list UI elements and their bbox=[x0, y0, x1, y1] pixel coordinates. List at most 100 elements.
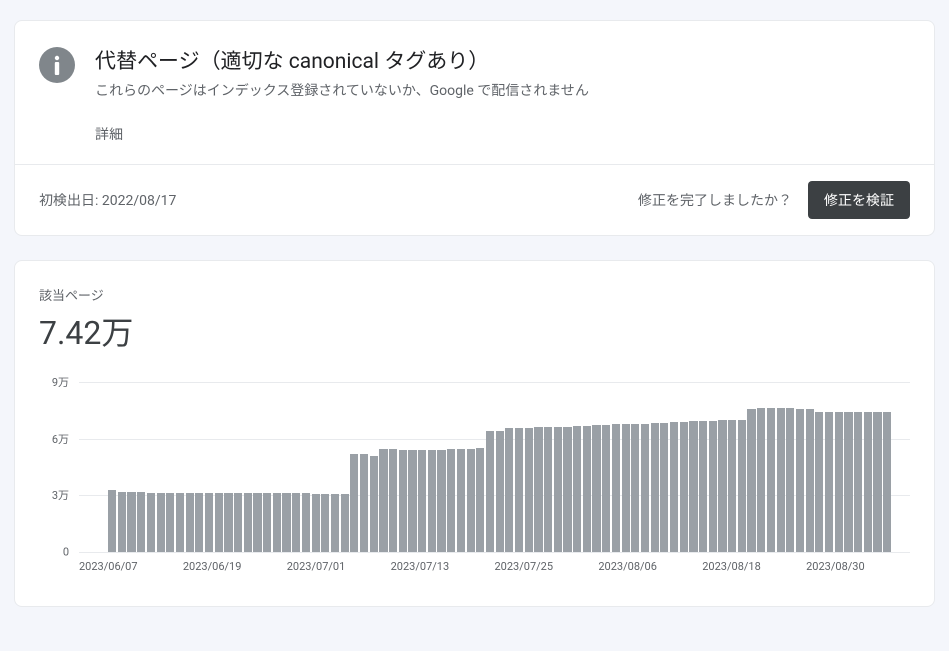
chart-plot bbox=[79, 382, 910, 552]
x-tick: 2023/06/19 bbox=[183, 560, 287, 573]
chart-bar bbox=[224, 493, 232, 552]
chart-bar bbox=[786, 408, 794, 552]
status-header: 代替ページ（適切な canonical タグあり） これらのページはインデックス… bbox=[15, 21, 934, 164]
chart-bar bbox=[873, 412, 881, 552]
chart-bar bbox=[147, 493, 155, 553]
info-icon bbox=[39, 47, 75, 83]
chart-bar bbox=[631, 424, 639, 552]
chart-bar bbox=[680, 422, 688, 552]
chart-bar bbox=[176, 493, 184, 553]
chart-bar bbox=[709, 421, 717, 552]
y-tick: 6万 bbox=[52, 431, 69, 447]
chart-x-axis: 2023/06/072023/06/192023/07/012023/07/13… bbox=[79, 560, 910, 573]
y-tick: 9万 bbox=[52, 374, 69, 390]
chart-bar bbox=[263, 493, 271, 552]
validate-fix-button[interactable]: 修正を検証 bbox=[808, 181, 910, 219]
chart-bar bbox=[253, 493, 261, 552]
chart-bar bbox=[534, 427, 542, 552]
first-detected-date: 2022/08/17 bbox=[102, 193, 177, 209]
chart-bar bbox=[612, 424, 620, 552]
chart-bar bbox=[573, 426, 581, 552]
chart-bar bbox=[215, 493, 223, 553]
chart-bar bbox=[583, 426, 591, 552]
chart-bar bbox=[641, 424, 649, 552]
x-tick: 2023/08/06 bbox=[598, 560, 702, 573]
chart-bar bbox=[447, 449, 455, 552]
chart-bar bbox=[544, 427, 552, 552]
chart-bar bbox=[554, 427, 562, 552]
chart-bar bbox=[815, 412, 823, 552]
chart-bar bbox=[108, 490, 116, 552]
chart-value: 7.42万 bbox=[39, 308, 910, 354]
chart-bar bbox=[350, 454, 358, 552]
chart-bar bbox=[622, 424, 630, 552]
fix-prompt: 修正を完了しましたか？ bbox=[638, 190, 792, 210]
status-card: 代替ページ（適切な canonical タグあり） これらのページはインデックス… bbox=[14, 20, 935, 236]
chart-bar bbox=[476, 448, 484, 552]
chart-bar bbox=[747, 409, 755, 552]
chart-bar bbox=[273, 493, 281, 552]
x-tick: 2023/07/25 bbox=[495, 560, 599, 573]
chart-bar bbox=[370, 456, 378, 552]
chart-bar bbox=[137, 492, 145, 552]
x-tick: 2023/06/07 bbox=[79, 560, 183, 573]
chart-bar bbox=[525, 428, 533, 552]
page-subtitle: これらのページはインデックス登録されていないか、Google で配信されません bbox=[95, 81, 910, 102]
chart-bar bbox=[496, 431, 504, 552]
chart-bar bbox=[515, 428, 523, 552]
chart-bar bbox=[428, 450, 436, 552]
chart-bar bbox=[418, 450, 426, 552]
first-detected-label: 初検出日: bbox=[39, 193, 102, 209]
chart-bar bbox=[699, 421, 707, 552]
header-text-block: 代替ページ（適切な canonical タグあり） これらのページはインデックス… bbox=[95, 45, 910, 144]
chart-bar bbox=[195, 493, 203, 553]
chart-bar bbox=[312, 494, 320, 552]
chart-bar bbox=[835, 412, 843, 552]
chart-area: 03万6万9万 2023/06/072023/06/192023/07/0120… bbox=[39, 382, 910, 582]
gridline bbox=[79, 552, 910, 553]
x-tick: 2023/07/13 bbox=[391, 560, 495, 573]
chart-bar bbox=[467, 449, 475, 552]
chart-bar bbox=[282, 493, 290, 552]
chart-label: 該当ページ bbox=[39, 285, 910, 304]
chart-bar bbox=[651, 423, 659, 552]
chart-bar bbox=[360, 454, 368, 552]
chart-bar bbox=[670, 422, 678, 552]
status-footer-row: 初検出日: 2022/08/17 修正を完了しましたか？ 修正を検証 bbox=[15, 164, 934, 235]
chart-bar bbox=[563, 427, 571, 552]
x-tick: 2023/07/01 bbox=[287, 560, 391, 573]
chart-bar bbox=[389, 449, 397, 552]
chart-bar bbox=[660, 423, 668, 552]
chart-bar bbox=[883, 412, 891, 552]
chart-bar bbox=[864, 412, 872, 552]
first-detected: 初検出日: 2022/08/17 bbox=[39, 190, 176, 210]
chart-bar bbox=[757, 408, 765, 552]
chart-bar bbox=[127, 492, 135, 552]
chart-bar bbox=[437, 450, 445, 552]
chart-bar bbox=[796, 409, 804, 552]
chart-bar bbox=[399, 450, 407, 552]
chart-bar bbox=[486, 431, 494, 552]
y-tick: 3万 bbox=[52, 487, 69, 503]
y-tick: 0 bbox=[63, 546, 69, 559]
chart-bar bbox=[825, 412, 833, 552]
chart-bar bbox=[457, 449, 465, 552]
chart-bar bbox=[728, 420, 736, 552]
chart-bar bbox=[738, 420, 746, 552]
chart-bar bbox=[689, 421, 697, 552]
chart-y-axis: 03万6万9万 bbox=[39, 382, 75, 552]
chart-bar bbox=[718, 420, 726, 552]
chart-bar bbox=[205, 493, 213, 553]
chart-bar bbox=[157, 493, 165, 553]
chart-bar bbox=[166, 493, 174, 553]
chart-bar bbox=[602, 425, 610, 552]
chart-card: 該当ページ 7.42万 0 3万 6万 9万 2023/06/072023/06/19… bbox=[14, 260, 935, 607]
chart-bar bbox=[777, 408, 785, 552]
chart-bar bbox=[505, 428, 513, 552]
chart-bar bbox=[331, 494, 339, 552]
chart-bar bbox=[844, 412, 852, 552]
x-tick: 2023/08/18 bbox=[702, 560, 806, 573]
chart-bar bbox=[234, 493, 242, 552]
details-link[interactable]: 詳細 bbox=[95, 124, 123, 144]
chart-bar bbox=[118, 492, 126, 552]
